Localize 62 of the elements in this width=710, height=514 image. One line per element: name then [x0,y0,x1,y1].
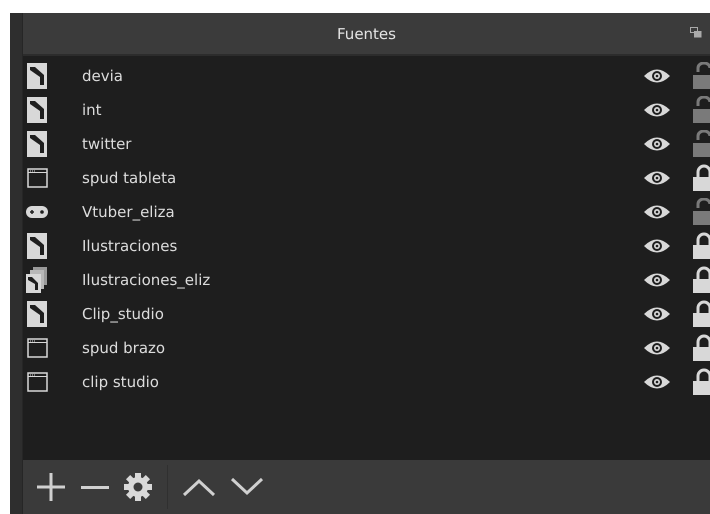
eye-icon[interactable] [642,237,672,255]
move-down-button[interactable] [230,477,264,497]
lock-icon[interactable] [692,266,710,294]
unlock-icon[interactable] [692,130,710,158]
settings-icon [123,472,153,502]
source-item[interactable]: Vtuber_eliza [23,195,710,229]
unlock-icon[interactable] [692,62,710,90]
source-item[interactable]: clip studio [23,365,710,399]
dock-title: Fuentes [337,24,396,42]
image-icon [27,231,47,261]
image-icon [27,61,47,91]
add-button[interactable] [35,471,67,503]
gamepad-icon [26,206,48,218]
source-item[interactable]: spud tableta [23,161,710,195]
lock-icon[interactable] [692,232,710,260]
chevron-down-icon [230,477,264,497]
eye-icon[interactable] [642,271,672,289]
image-icon [27,299,47,329]
eye-icon[interactable] [642,305,672,323]
source-item[interactable]: devia [23,59,710,93]
plus-icon [35,471,67,503]
unlock-icon[interactable] [692,96,710,124]
undock-icon[interactable] [690,27,702,38]
eye-icon[interactable] [642,67,672,85]
eye-icon[interactable] [642,373,672,391]
lock-icon[interactable] [692,300,710,328]
chevron-up-icon [182,477,216,497]
eye-icon[interactable] [642,101,672,119]
eye-icon[interactable] [642,169,672,187]
image-icon [27,129,47,159]
source-item[interactable]: Clip_studio [23,297,710,331]
unlock-icon[interactable] [692,198,710,226]
source-name: Ilustraciones_eliz [82,271,212,289]
eye-icon[interactable] [642,203,672,221]
lock-icon[interactable] [692,164,710,192]
source-name: Vtuber_eliza [82,203,176,221]
source-name: clip studio [82,373,160,391]
window-icon [26,372,48,392]
source-name: devia [82,67,124,85]
source-item[interactable]: int [23,93,710,127]
source-name: int [82,101,103,119]
source-name: Clip_studio [82,305,165,323]
move-up-button[interactable] [182,477,216,497]
source-item[interactable]: twitter [23,127,710,161]
image-icon [27,95,47,125]
source-item[interactable]: Ilustraciones [23,229,710,263]
minus-icon [81,486,109,488]
source-name: Ilustraciones [82,237,178,255]
window-icon [26,168,48,188]
source-name: twitter [82,135,132,153]
window-icon [26,338,48,358]
remove-button[interactable] [81,486,109,488]
lock-icon[interactable] [692,334,710,362]
lock-icon[interactable] [692,368,710,396]
eye-icon[interactable] [642,339,672,357]
settings-button[interactable] [123,472,153,502]
eye-icon[interactable] [642,135,672,153]
source-name: spud tableta [82,169,178,187]
slideshow-icon [26,267,48,293]
source-item[interactable]: Ilustraciones_eliz [23,263,710,297]
source-item[interactable]: spud brazo [23,331,710,365]
source-name: spud brazo [82,339,166,357]
